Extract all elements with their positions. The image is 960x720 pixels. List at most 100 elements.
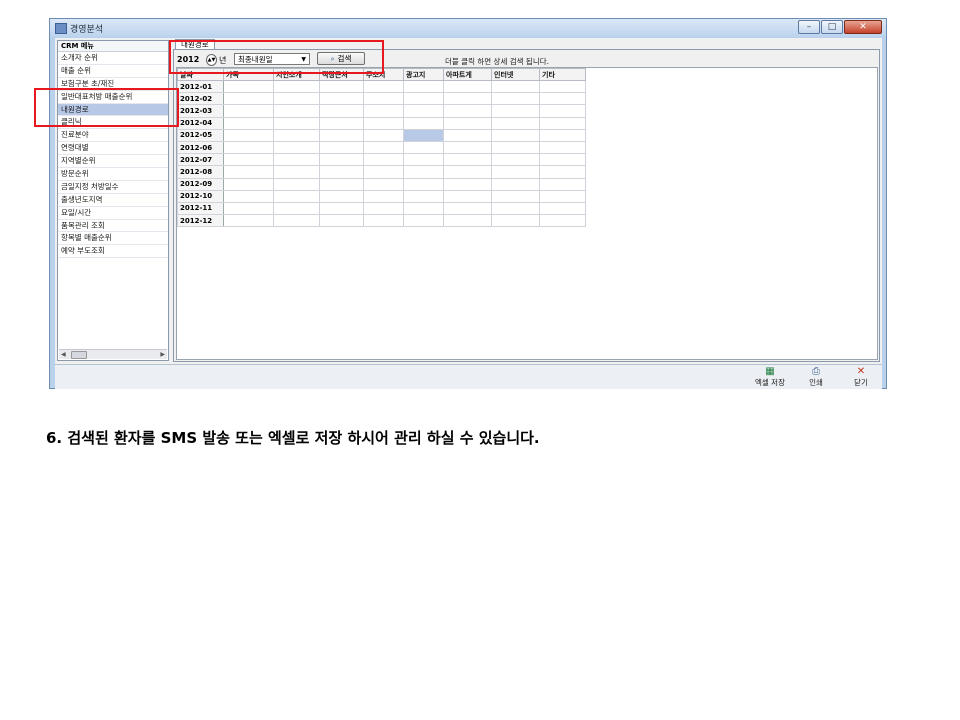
- table-cell[interactable]: [223, 189, 274, 203]
- table-cell[interactable]: [491, 153, 540, 167]
- table-cell[interactable]: [223, 128, 274, 142]
- table-row[interactable]: 2012-04: [177, 116, 586, 130]
- table-cell[interactable]: [223, 92, 274, 106]
- table-cell[interactable]: [273, 79, 320, 94]
- table-cell[interactable]: [443, 214, 492, 228]
- table-cell[interactable]: [491, 177, 540, 191]
- table-cell[interactable]: [273, 140, 320, 155]
- table-cell[interactable]: [539, 104, 586, 118]
- column-header[interactable]: 아파트게: [443, 68, 492, 81]
- table-cell[interactable]: [223, 214, 274, 228]
- table-cell[interactable]: [539, 116, 586, 130]
- excel-save-button[interactable]: ▦ 엑셀 저장: [752, 366, 788, 388]
- table-cell[interactable]: [539, 79, 586, 94]
- table-cell[interactable]: [403, 128, 444, 142]
- table-cell[interactable]: [223, 140, 274, 155]
- table-cell[interactable]: [443, 116, 492, 130]
- month-cell[interactable]: 2012-11: [177, 201, 224, 216]
- table-cell[interactable]: [491, 165, 540, 179]
- table-cell[interactable]: [443, 128, 492, 142]
- table-cell[interactable]: [319, 92, 364, 106]
- table-cell[interactable]: [363, 214, 404, 228]
- table-cell[interactable]: [273, 165, 320, 179]
- sidebar-item[interactable]: 요일/시간: [58, 207, 168, 220]
- month-cell[interactable]: 2012-01: [177, 79, 224, 94]
- table-row[interactable]: 2012-12: [177, 214, 586, 228]
- sidebar-item[interactable]: 품목관리 조회: [58, 220, 168, 233]
- table-cell[interactable]: [319, 104, 364, 118]
- table-cell[interactable]: [539, 165, 586, 179]
- table-cell[interactable]: [491, 201, 540, 216]
- table-cell[interactable]: [363, 189, 404, 203]
- table-cell[interactable]: [491, 189, 540, 203]
- table-cell[interactable]: [403, 116, 444, 130]
- table-cell[interactable]: [273, 104, 320, 118]
- scroll-right-icon[interactable]: ▶: [160, 351, 165, 358]
- table-cell[interactable]: [403, 79, 444, 94]
- table-cell[interactable]: [403, 189, 444, 203]
- table-cell[interactable]: [539, 177, 586, 191]
- table-cell[interactable]: [273, 214, 320, 228]
- menu-horizontal-scrollbar[interactable]: ◀ ▶: [59, 349, 167, 359]
- table-cell[interactable]: [273, 189, 320, 203]
- table-cell[interactable]: [273, 177, 320, 191]
- table-cell[interactable]: [443, 104, 492, 118]
- table-row[interactable]: 2012-05: [177, 128, 586, 142]
- table-cell[interactable]: [223, 153, 274, 167]
- table-cell[interactable]: [363, 177, 404, 191]
- table-cell[interactable]: [403, 92, 444, 106]
- table-cell[interactable]: [319, 116, 364, 130]
- month-cell[interactable]: 2012-02: [177, 92, 224, 106]
- column-header[interactable]: 광고지: [403, 68, 444, 81]
- table-cell[interactable]: [363, 79, 404, 94]
- table-cell[interactable]: [443, 189, 492, 203]
- month-cell[interactable]: 2012-05: [177, 128, 224, 142]
- table-cell[interactable]: [223, 116, 274, 130]
- table-row[interactable]: 2012-02: [177, 92, 586, 106]
- table-cell[interactable]: [403, 140, 444, 155]
- sidebar-item[interactable]: 항목별 매출순위: [58, 232, 168, 246]
- table-cell[interactable]: [363, 165, 404, 179]
- table-row[interactable]: 2012-09: [177, 177, 586, 191]
- table-cell[interactable]: [319, 79, 364, 94]
- table-cell[interactable]: [363, 92, 404, 106]
- table-cell[interactable]: [539, 140, 586, 155]
- table-cell[interactable]: [319, 140, 364, 155]
- sidebar-item[interactable]: 방문순위: [58, 168, 168, 181]
- table-cell[interactable]: [223, 104, 274, 118]
- table-cell[interactable]: [319, 165, 364, 179]
- month-cell[interactable]: 2012-03: [177, 104, 224, 118]
- table-cell[interactable]: [273, 201, 320, 216]
- table-cell[interactable]: [223, 165, 274, 179]
- sidebar-item[interactable]: 출생년도지역: [58, 194, 168, 207]
- table-cell[interactable]: [539, 153, 586, 167]
- table-cell[interactable]: [319, 177, 364, 191]
- table-cell[interactable]: [491, 79, 540, 94]
- table-cell[interactable]: [491, 214, 540, 228]
- table-cell[interactable]: [443, 140, 492, 155]
- table-cell[interactable]: [363, 128, 404, 142]
- table-cell[interactable]: [273, 116, 320, 130]
- table-cell[interactable]: [403, 165, 444, 179]
- table-cell[interactable]: [363, 116, 404, 130]
- table-cell[interactable]: [403, 104, 444, 118]
- table-cell[interactable]: [273, 128, 320, 142]
- table-cell[interactable]: [273, 92, 320, 106]
- table-row[interactable]: 2012-11: [177, 201, 586, 216]
- table-cell[interactable]: [539, 214, 586, 228]
- table-cell[interactable]: [491, 92, 540, 106]
- table-cell[interactable]: [223, 177, 274, 191]
- table-cell[interactable]: [319, 189, 364, 203]
- scroll-left-icon[interactable]: ◀: [61, 351, 66, 358]
- table-cell[interactable]: [319, 214, 364, 228]
- month-cell[interactable]: 2012-10: [177, 189, 224, 203]
- table-row[interactable]: 2012-03: [177, 104, 586, 118]
- print-button[interactable]: ⎙ 인쇄: [798, 366, 834, 388]
- table-cell[interactable]: [491, 104, 540, 118]
- table-cell[interactable]: [443, 201, 492, 216]
- close-window-button[interactable]: ✕: [844, 20, 882, 34]
- sidebar-item[interactable]: 연령대별: [58, 142, 168, 156]
- scroll-thumb[interactable]: [71, 351, 87, 359]
- sidebar-item[interactable]: 지역별순위: [58, 155, 168, 169]
- table-cell[interactable]: [363, 140, 404, 155]
